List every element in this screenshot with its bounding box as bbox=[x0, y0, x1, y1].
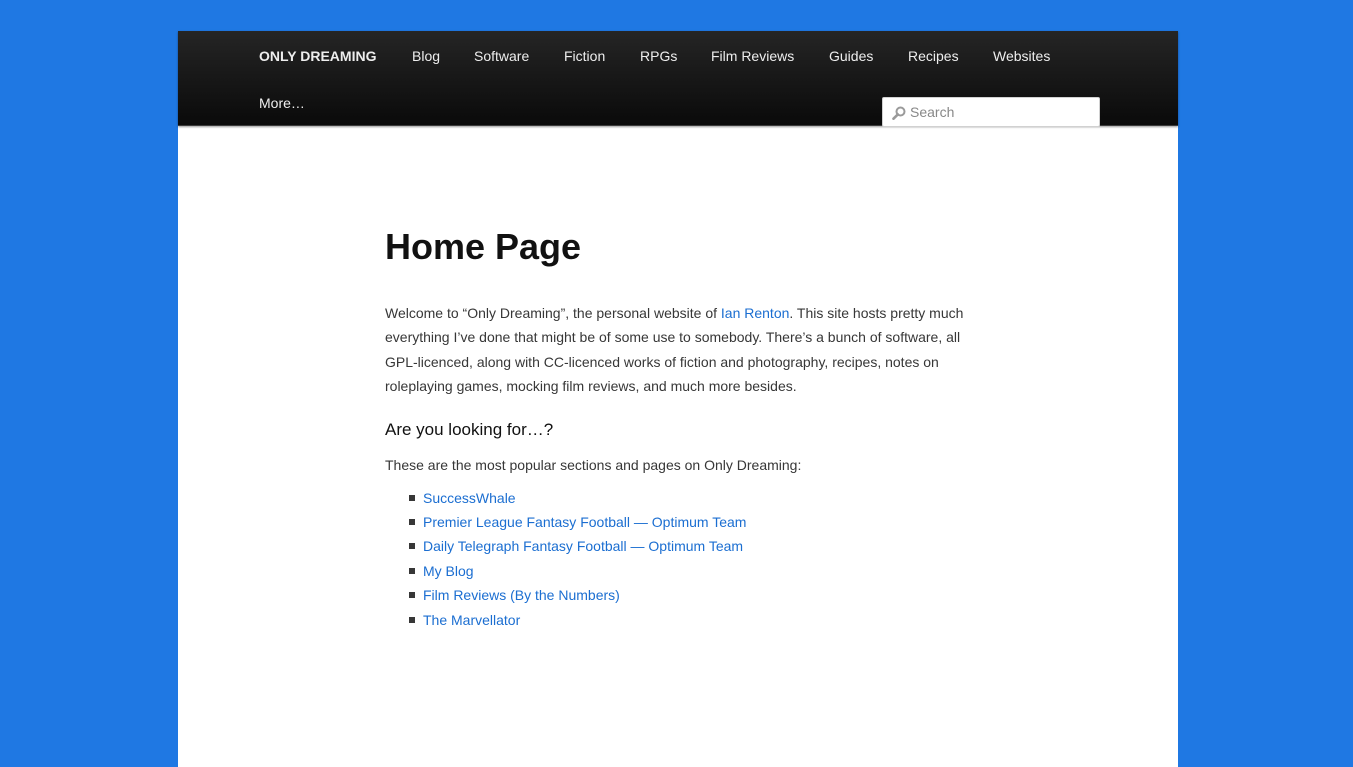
bullet-icon bbox=[409, 519, 415, 526]
link-marvellator[interactable]: The Marvellator bbox=[423, 612, 520, 628]
bullet-icon bbox=[409, 567, 415, 574]
top-navigation: ONLY DREAMING Blog Software Fiction RPGs… bbox=[178, 31, 1178, 127]
nav-item-blog[interactable]: Blog bbox=[412, 48, 440, 64]
nav-item-fiction[interactable]: Fiction bbox=[564, 48, 605, 64]
search-box[interactable] bbox=[882, 97, 1100, 127]
search-input[interactable] bbox=[910, 98, 1096, 126]
page-title: Home Page bbox=[385, 226, 582, 267]
link-my-blog[interactable]: My Blog bbox=[423, 563, 474, 579]
list-item: Premier League Fantasy Football — Optimu… bbox=[409, 510, 965, 534]
list-item: SuccessWhale bbox=[409, 486, 965, 510]
nav-item-film-reviews[interactable]: Film Reviews bbox=[711, 48, 794, 64]
author-link[interactable]: Ian Renton bbox=[721, 305, 790, 321]
link-film-reviews[interactable]: Film Reviews (By the Numbers) bbox=[423, 587, 620, 603]
search-icon bbox=[892, 106, 906, 120]
nav-item-guides[interactable]: Guides bbox=[829, 48, 873, 64]
list-item: Film Reviews (By the Numbers) bbox=[409, 583, 965, 607]
link-premier-league-fantasy[interactable]: Premier League Fantasy Football — Optimu… bbox=[423, 514, 746, 530]
link-successwhale[interactable]: SuccessWhale bbox=[423, 490, 516, 506]
list-item: My Blog bbox=[409, 559, 965, 583]
list-item: Daily Telegraph Fantasy Football — Optim… bbox=[409, 534, 965, 558]
main-content: Home Page Welcome to “Only Dreaming”, th… bbox=[385, 221, 965, 632]
link-telegraph-fantasy[interactable]: Daily Telegraph Fantasy Football — Optim… bbox=[423, 538, 743, 554]
list-item: The Marvellator bbox=[409, 608, 965, 632]
section-lead: These are the most popular sections and … bbox=[385, 456, 802, 473]
nav-item-more[interactable]: More… bbox=[259, 95, 305, 111]
bullet-icon bbox=[409, 616, 415, 623]
bullet-icon bbox=[409, 592, 415, 599]
intro-text-start: Welcome to “Only Dreaming”, the personal… bbox=[385, 305, 721, 321]
bullet-icon bbox=[409, 543, 415, 550]
popular-links-list: SuccessWhale Premier League Fantasy Foot… bbox=[385, 486, 965, 632]
intro-paragraph: Welcome to “Only Dreaming”, the personal… bbox=[385, 301, 965, 399]
nav-item-recipes[interactable]: Recipes bbox=[908, 48, 959, 64]
bullet-icon bbox=[409, 494, 415, 501]
section-heading: Are you looking for…? bbox=[385, 419, 554, 439]
page-container: ONLY DREAMING Blog Software Fiction RPGs… bbox=[178, 31, 1178, 767]
nav-item-software[interactable]: Software bbox=[474, 48, 529, 64]
nav-brand[interactable]: ONLY DREAMING bbox=[259, 48, 376, 64]
nav-item-rpgs[interactable]: RPGs bbox=[640, 48, 677, 64]
nav-item-websites[interactable]: Websites bbox=[993, 48, 1050, 64]
